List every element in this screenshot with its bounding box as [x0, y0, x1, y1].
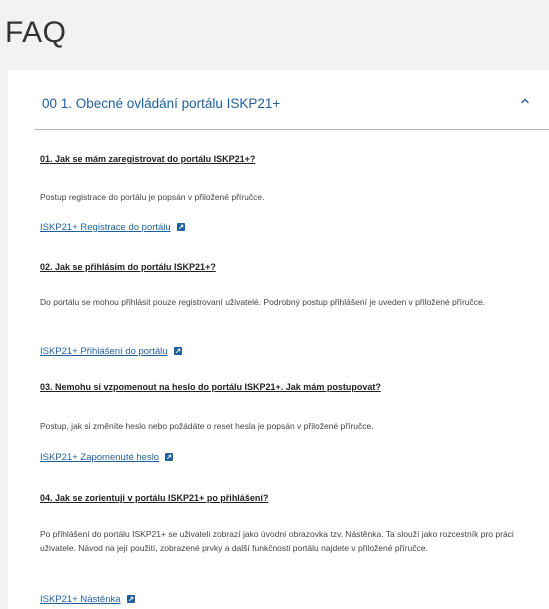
faq-question-1: 01. Jak se mám zaregistrovat do portálu …: [40, 154, 256, 164]
faq-question-4: 04. Jak se zorientuji v portálu ISKP21+ …: [40, 493, 269, 503]
faq-answer-2: Do portálu se mohou přihlásit pouze regi…: [40, 297, 486, 307]
faq-link-3-label[interactable]: ISKP21+ Zapomenuté heslo: [40, 452, 159, 463]
faq-link-2[interactable]: ISKP21+ Přihlášení do portálu: [40, 346, 182, 358]
chevron-up-icon[interactable]: [518, 94, 532, 108]
faq-answer-3: Postup, jak si změníte heslo nebo požádá…: [40, 421, 374, 431]
faq-answer-1: Postup registrace do portálu je popsán v…: [40, 192, 265, 202]
external-link-icon[interactable]: [173, 347, 182, 355]
faq-question-2: 02. Jak se přihlásím do portálu ISKP21+?: [40, 262, 216, 272]
faq-link-4-label[interactable]: ISKP21+ Nástěnka: [40, 594, 121, 605]
faq-link-1-label[interactable]: ISKP21+ Registrace do portálu: [40, 222, 171, 233]
faq-accordion-panel: 00 1. Obecné ovládání portálu ISKP21+ 01…: [8, 70, 549, 609]
faq-question-3: 03. Nemohu si vzpomenout na heslo do por…: [40, 382, 381, 392]
faq-answer-4: Po přihlášení do portálu ISKP21+ se uživ…: [40, 529, 514, 553]
accordion-title[interactable]: 00 1. Obecné ovládání portálu ISKP21+: [42, 95, 280, 113]
accordion-header[interactable]: 00 1. Obecné ovládání portálu ISKP21+: [8, 70, 549, 130]
page-title: FAQ: [5, 16, 67, 49]
external-link-icon[interactable]: [176, 223, 185, 231]
faq-link-2-label[interactable]: ISKP21+ Přihlášení do portálu: [40, 346, 168, 357]
faq-link-1[interactable]: ISKP21+ Registrace do portálu: [40, 222, 185, 234]
accordion-divider: [34, 129, 549, 130]
external-link-icon[interactable]: [165, 453, 174, 461]
faq-link-4[interactable]: ISKP21+ Nástěnka: [40, 594, 135, 606]
external-link-icon[interactable]: [126, 595, 135, 603]
faq-link-3[interactable]: ISKP21+ Zapomenuté heslo: [40, 452, 174, 464]
